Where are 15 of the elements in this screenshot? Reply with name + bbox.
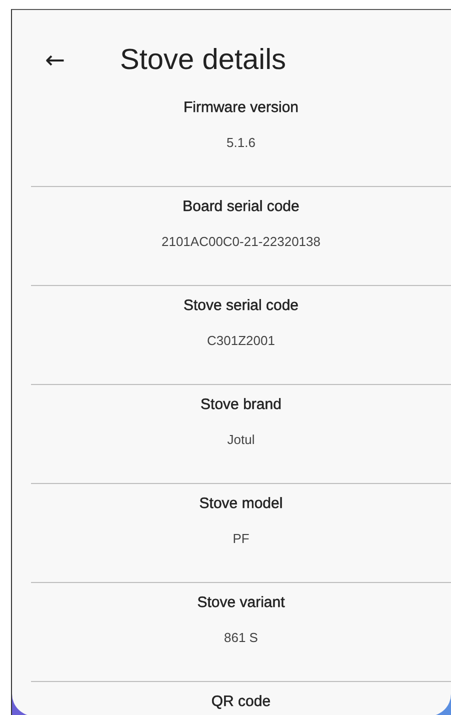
detail-label: Stove model [199,495,283,512]
detail-label: Board serial code [182,198,300,215]
detail-label: Stove brand [200,396,282,413]
detail-value: Jotul [227,432,255,447]
detail-label: Stove serial code [183,297,299,314]
page-title: Stove details [120,44,286,76]
detail-value: PF [232,531,250,546]
detail-label: QR code [211,693,271,710]
detail-label: Firmware version [183,99,299,116]
detail-value: 2101AC00C0-21-22320138 [161,234,320,249]
detail-label: Stove variant [197,594,285,611]
detail-value: 861 S [224,630,258,645]
detail-value: C301Z2001 [207,333,275,348]
detail-value: 5.1.6 [226,135,256,150]
back-button[interactable]: ← [40,46,70,74]
